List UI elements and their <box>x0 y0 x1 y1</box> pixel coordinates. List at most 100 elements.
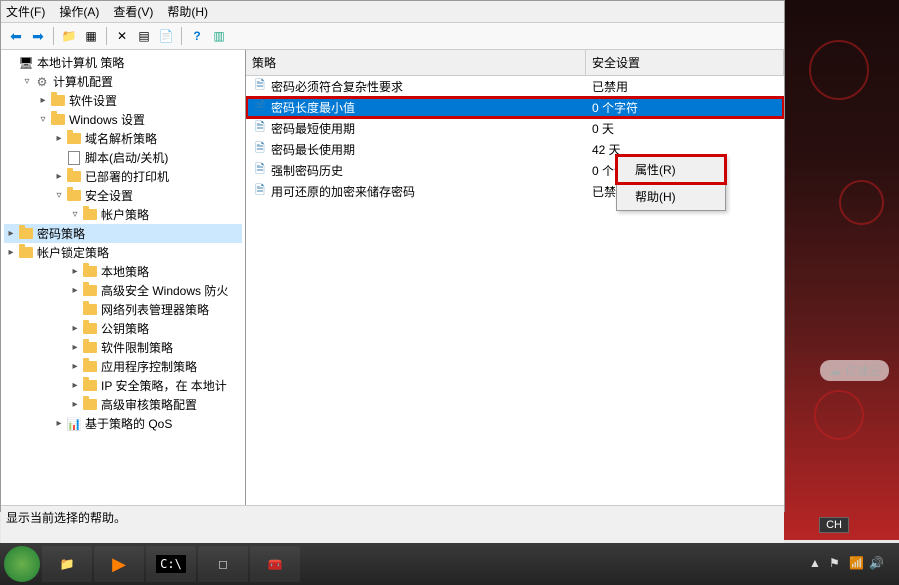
expand-icon[interactable]: ▸ <box>52 171 66 182</box>
expand-icon[interactable]: ▸ <box>4 247 18 258</box>
desktop-wallpaper <box>784 0 899 540</box>
tree-icon: ⚙ <box>34 74 50 90</box>
ctx-properties[interactable]: 属性(R) <box>617 156 725 183</box>
tree-item[interactable]: ▸高级审核策略配置 <box>4 395 242 414</box>
expand-icon[interactable]: ▸ <box>68 285 82 296</box>
col-policy[interactable]: 策略 <box>246 50 586 75</box>
tree-item[interactable]: ▸ 软件限制策略 <box>4 338 242 357</box>
taskbar-cmd[interactable]: C:\ <box>146 546 196 582</box>
tree-root[interactable]: 🖥 本地计算机 策略 <box>4 53 242 72</box>
tree-item[interactable]: ▸ 已部署的打印机 <box>4 167 242 186</box>
tree-icon <box>50 112 66 128</box>
taskbar-app1[interactable]: ◻ <box>198 546 248 582</box>
menu-view[interactable]: 查看(V) <box>113 3 153 20</box>
expand-icon[interactable]: ▸ <box>52 418 66 429</box>
taskbar-toolbox[interactable]: 🧰 <box>250 546 300 582</box>
expand-icon[interactable]: ▸ <box>68 380 82 391</box>
taskbar-explorer[interactable]: 📁 <box>42 546 92 582</box>
expand-icon[interactable]: ▸ <box>68 361 82 372</box>
tree-icon <box>18 226 34 242</box>
tree-item[interactable]: ▿ 帐户策略 <box>4 205 242 224</box>
properties-button[interactable]: ▤ <box>134 26 154 46</box>
policy-name: 密码最长使用期 <box>271 141 355 158</box>
list-icon: ▥ <box>213 29 224 43</box>
policy-name: 密码最短使用期 <box>271 120 355 137</box>
expand-icon[interactable]: ▸ <box>36 95 50 106</box>
delete-button[interactable]: ✕ <box>112 26 132 46</box>
expand-icon[interactable]: ▸ <box>4 228 18 239</box>
taskbar-media[interactable]: ▶ <box>94 546 144 582</box>
tree-item[interactable]: ▸ 软件设置 <box>4 91 242 110</box>
tray-up-icon[interactable]: ▲ <box>809 556 825 572</box>
expand-icon[interactable]: ▿ <box>52 190 66 201</box>
ctx-help[interactable]: 帮助(H) <box>617 183 725 210</box>
tree-item[interactable]: ▸本地策略 <box>4 262 242 281</box>
context-menu: 属性(R) 帮助(H) <box>616 155 726 211</box>
watermark: ☁ 亿速云 <box>820 360 889 381</box>
mmc-window: 文件(F) 操作(A) 查看(V) 帮助(H) ⬅ ➡ 📁 ▦ ✕ ▤ 📄 ? … <box>0 0 785 512</box>
tree-icon <box>82 378 98 394</box>
flag-icon[interactable]: ⚑ <box>829 556 845 572</box>
help-button[interactable]: ? <box>187 26 207 46</box>
tree-item[interactable]: ▸ 帐户锁定策略 <box>4 243 242 262</box>
tree-label: 已部署的打印机 <box>85 168 169 185</box>
start-button[interactable] <box>4 546 40 582</box>
refresh-button[interactable]: ▥ <box>209 26 229 46</box>
policy-name: 强制密码历史 <box>271 162 343 179</box>
tree-item[interactable]: ▿⚙计算机配置 <box>4 72 242 91</box>
tree-icon <box>66 131 82 147</box>
delete-icon: ✕ <box>117 29 127 43</box>
forward-button[interactable]: ➡ <box>28 26 48 46</box>
tree-label: 软件限制策略 <box>101 339 173 356</box>
expand-icon[interactable]: ▸ <box>52 133 66 144</box>
policy-row[interactable]: 🗎密码最短使用期0 天 <box>246 118 784 139</box>
col-setting[interactable]: 安全设置 <box>586 50 784 75</box>
up-button[interactable]: 📁 <box>59 26 79 46</box>
ime-badge[interactable]: CH <box>819 517 849 533</box>
tree-label: 帐户锁定策略 <box>37 244 109 261</box>
tree-icon <box>66 188 82 204</box>
tree-item[interactable]: ▸应用程序控制策略 <box>4 357 242 376</box>
tree-item[interactable]: ▸IP 安全策略，在 本地计 <box>4 376 242 395</box>
menu-help[interactable]: 帮助(H) <box>167 3 208 20</box>
tree-icon <box>82 340 98 356</box>
expand-icon[interactable]: ▸ <box>68 342 82 353</box>
tree-icon <box>82 264 98 280</box>
tree-item[interactable]: ▸📊基于策略的 QoS <box>4 414 242 433</box>
tree-item[interactable]: 网络列表管理器策略 <box>4 300 242 319</box>
tree-item[interactable]: ▸密码策略 <box>4 224 242 243</box>
expand-icon[interactable]: ▿ <box>20 76 34 87</box>
tree-icon <box>82 207 98 223</box>
policy-value: 已禁用 <box>586 78 628 95</box>
network-icon[interactable]: 📶 <box>849 556 865 572</box>
list-header: 策略 安全设置 <box>246 50 784 76</box>
export-button[interactable]: 📄 <box>156 26 176 46</box>
expand-icon[interactable]: ▸ <box>68 266 82 277</box>
nav-tree[interactable]: 🖥 本地计算机 策略 ▿⚙计算机配置 ▸ 软件设置▿Windows 设置 ▸ 域名解析策… <box>1 50 246 505</box>
back-button[interactable]: ⬅ <box>6 26 26 46</box>
tree-label: 脚本(启动/关机) <box>85 149 168 166</box>
policy-name: 密码必须符合复杂性要求 <box>271 78 403 95</box>
volume-icon[interactable]: 🔊 <box>869 556 885 572</box>
expand-icon[interactable]: ▸ <box>68 399 82 410</box>
tree-label: 帐户策略 <box>101 206 149 223</box>
tree-icon <box>82 302 98 318</box>
tree-item[interactable]: ▸公钥策略 <box>4 319 242 338</box>
expand-icon[interactable]: ▿ <box>36 114 50 125</box>
tree-label: 软件设置 <box>69 92 117 109</box>
policy-row[interactable]: 🗎密码必须符合复杂性要求已禁用 <box>246 76 784 97</box>
tree-item[interactable]: ▸高级安全 Windows 防火 <box>4 281 242 300</box>
policy-icon: 🗎 <box>252 121 268 137</box>
play-icon: ▶ <box>112 554 126 575</box>
expand-icon[interactable]: ▿ <box>68 209 82 220</box>
menu-action[interactable]: 操作(A) <box>59 3 99 20</box>
tree-item[interactable]: ▿Windows 设置 <box>4 110 242 129</box>
menu-file[interactable]: 文件(F) <box>6 3 45 20</box>
tree-item[interactable]: 脚本(启动/关机) <box>4 148 242 167</box>
policy-row[interactable]: 🗎密码长度最小值0 个字符 <box>246 97 784 118</box>
tree-item[interactable]: ▿安全设置 <box>4 186 242 205</box>
show-hide-button[interactable]: ▦ <box>81 26 101 46</box>
tree-label: 域名解析策略 <box>85 130 157 147</box>
tree-item[interactable]: ▸ 域名解析策略 <box>4 129 242 148</box>
expand-icon[interactable]: ▸ <box>68 323 82 334</box>
